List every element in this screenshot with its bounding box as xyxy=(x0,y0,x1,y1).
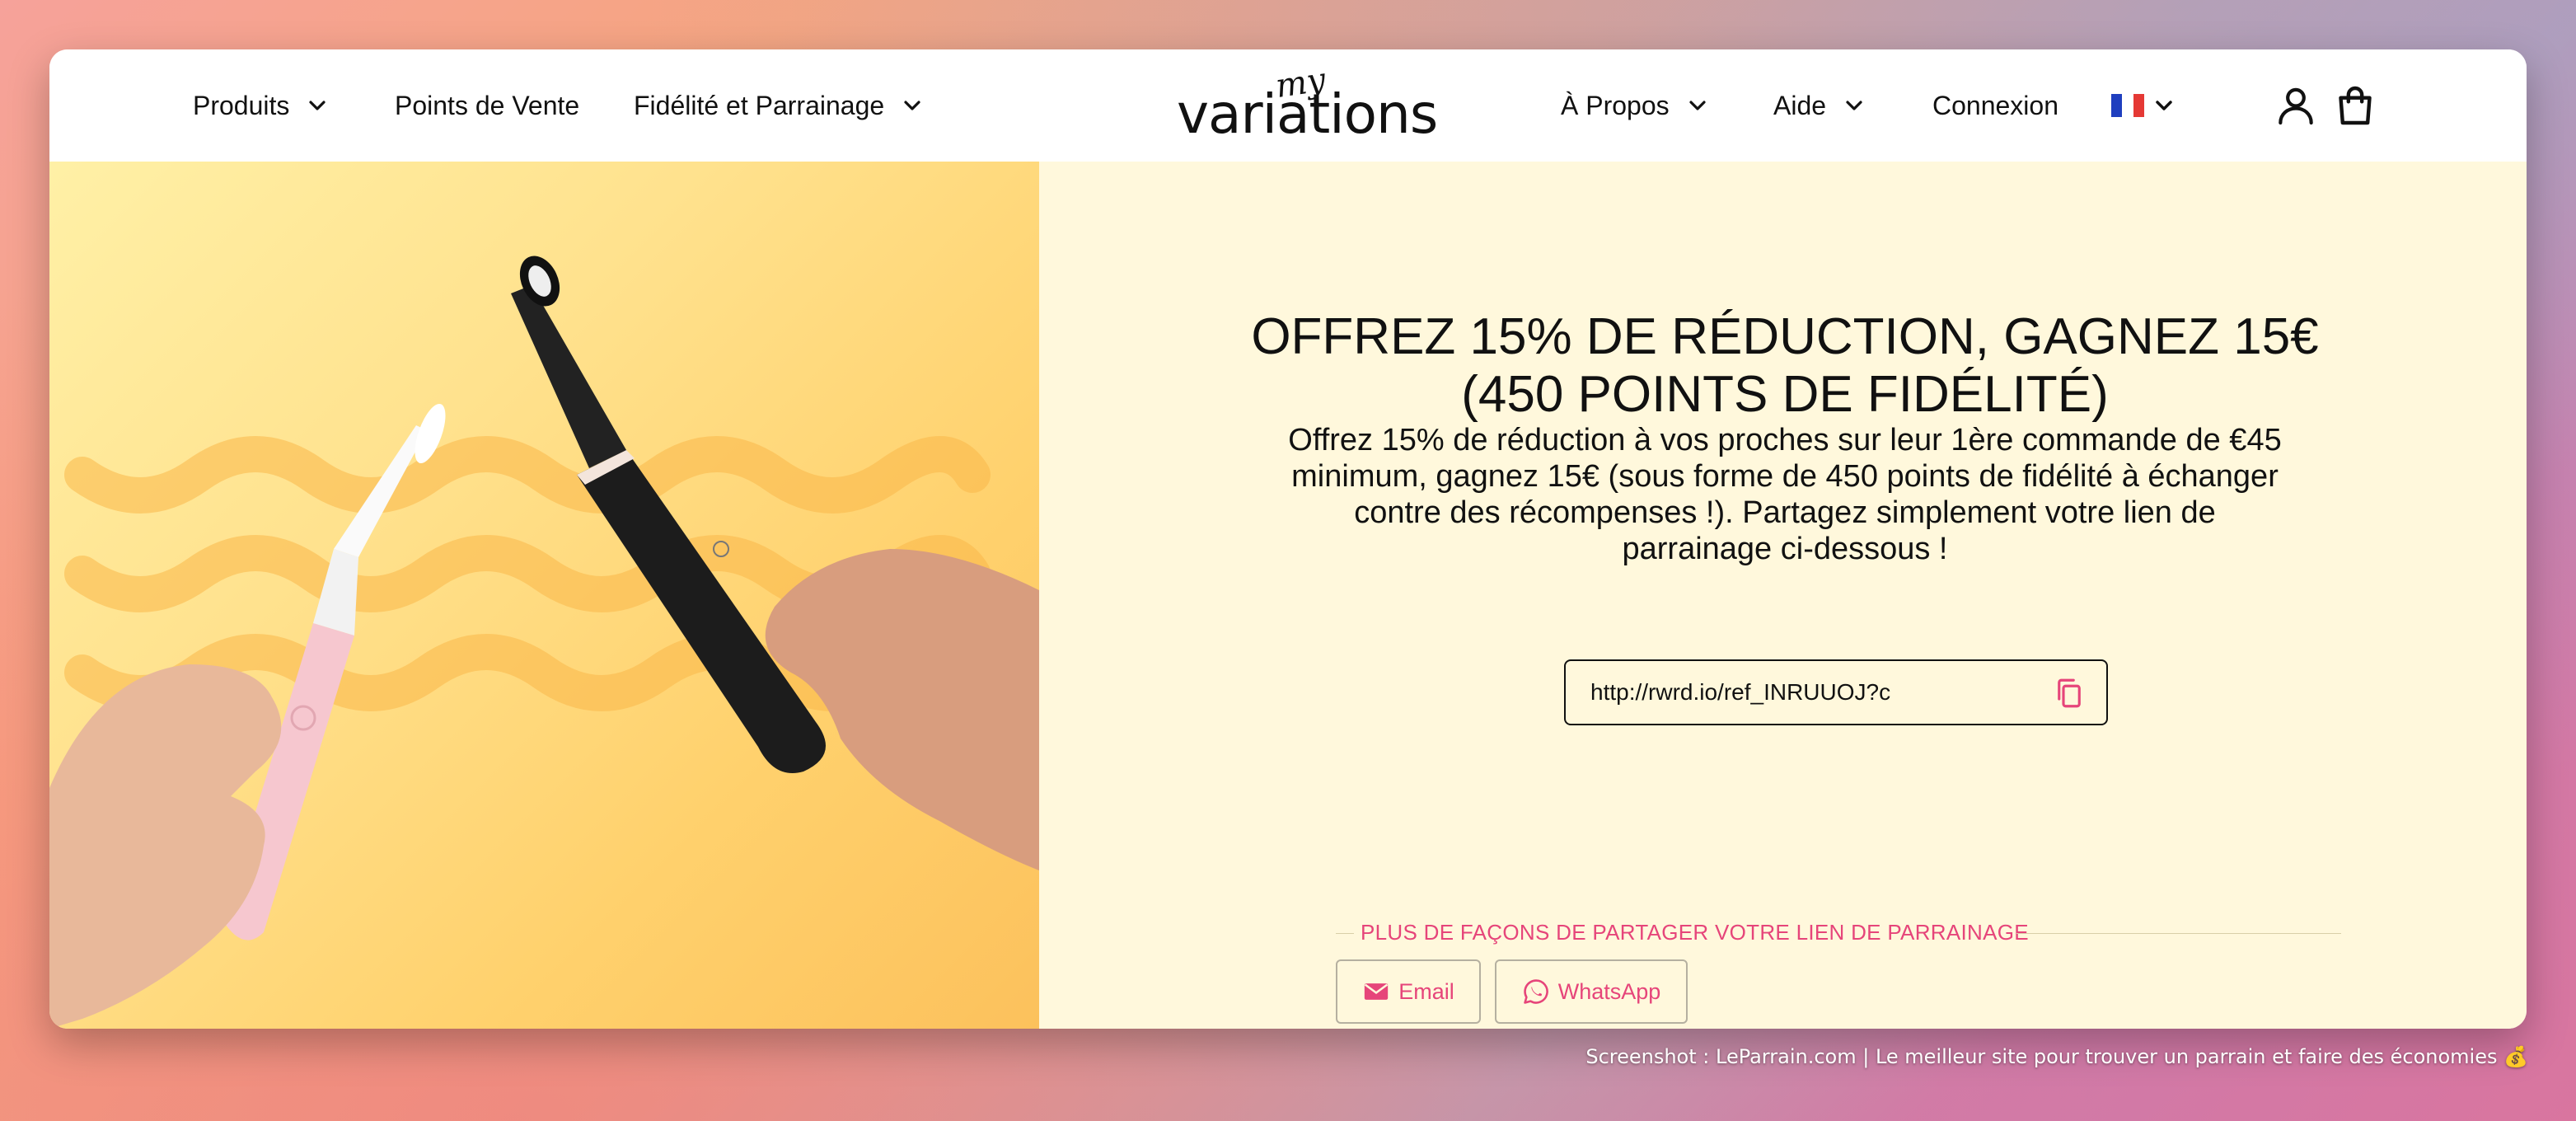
nav-connexion-label: Connexion xyxy=(1932,90,2058,120)
nav-produits-label: Produits xyxy=(193,90,290,120)
nav-connexion[interactable]: Connexion xyxy=(1932,49,2058,162)
nav-a-propos[interactable]: À Propos xyxy=(1561,49,1711,162)
hero-toothbrush-image xyxy=(49,162,1039,1029)
chevron-down-icon xyxy=(304,92,330,119)
left-hand xyxy=(49,664,282,1029)
copy-icon[interactable] xyxy=(2052,676,2087,711)
cart-icon[interactable] xyxy=(2332,82,2378,129)
nav-aide-label: Aide xyxy=(1773,90,1827,120)
toothbrush-photo xyxy=(49,256,1039,1029)
share-section-title: PLUS DE FAÇONS DE PARTAGER VOTRE LIEN DE… xyxy=(1361,920,2029,945)
referral-link-field xyxy=(1564,659,2108,725)
nav-points-de-vente-label: Points de Vente xyxy=(395,90,580,120)
nav-fidelite-label: Fidélité et Parrainage xyxy=(634,90,885,120)
divider-line xyxy=(1336,933,1354,934)
nav-a-propos-label: À Propos xyxy=(1561,90,1670,120)
whatsapp-icon xyxy=(1523,979,1548,1004)
referral-link-input[interactable] xyxy=(1590,661,2052,724)
referral-panel: OFFREZ 15% DE RÉDUCTION, GAGNEZ 15€ (450… xyxy=(1039,162,2527,1029)
nav-produits[interactable]: Produits xyxy=(193,49,330,162)
share-email-button[interactable]: Email xyxy=(1336,959,1481,1024)
screenshot-caption: Screenshot : LeParrain.com | Le meilleur… xyxy=(1585,1045,2528,1068)
share-email-label: Email xyxy=(1398,978,1454,1004)
chevron-down-icon xyxy=(1841,92,1867,119)
referral-headline: OFFREZ 15% DE RÉDUCTION, GAGNEZ 15€ (450… xyxy=(1251,308,2319,423)
nav-points-de-vente[interactable]: Points de Vente xyxy=(395,49,579,162)
chevron-down-icon xyxy=(1684,92,1711,119)
share-whatsapp-button[interactable]: WhatsApp xyxy=(1495,959,1688,1024)
account-icon[interactable] xyxy=(2273,82,2319,129)
site-header: Produits Points de Vente Fidélité et Par… xyxy=(49,49,2527,162)
brand-logo[interactable]: my variations xyxy=(1177,61,1438,155)
envelope-icon xyxy=(1365,983,1389,1000)
referral-description: Offrez 15% de réduction à vos proches su… xyxy=(1288,423,2282,566)
logo-main-text: variations xyxy=(1177,82,1438,146)
chevron-down-icon xyxy=(899,92,925,119)
nav-aide[interactable]: Aide xyxy=(1773,49,1867,162)
divider-line xyxy=(2016,933,2341,934)
browser-page: Produits Points de Vente Fidélité et Par… xyxy=(49,49,2527,1029)
language-selector[interactable] xyxy=(2111,49,2177,162)
share-whatsapp-label: WhatsApp xyxy=(1557,978,1661,1004)
chevron-down-icon xyxy=(2151,92,2177,119)
nav-fidelite[interactable]: Fidélité et Parrainage xyxy=(634,49,925,162)
fr-flag-icon xyxy=(2111,94,2144,117)
